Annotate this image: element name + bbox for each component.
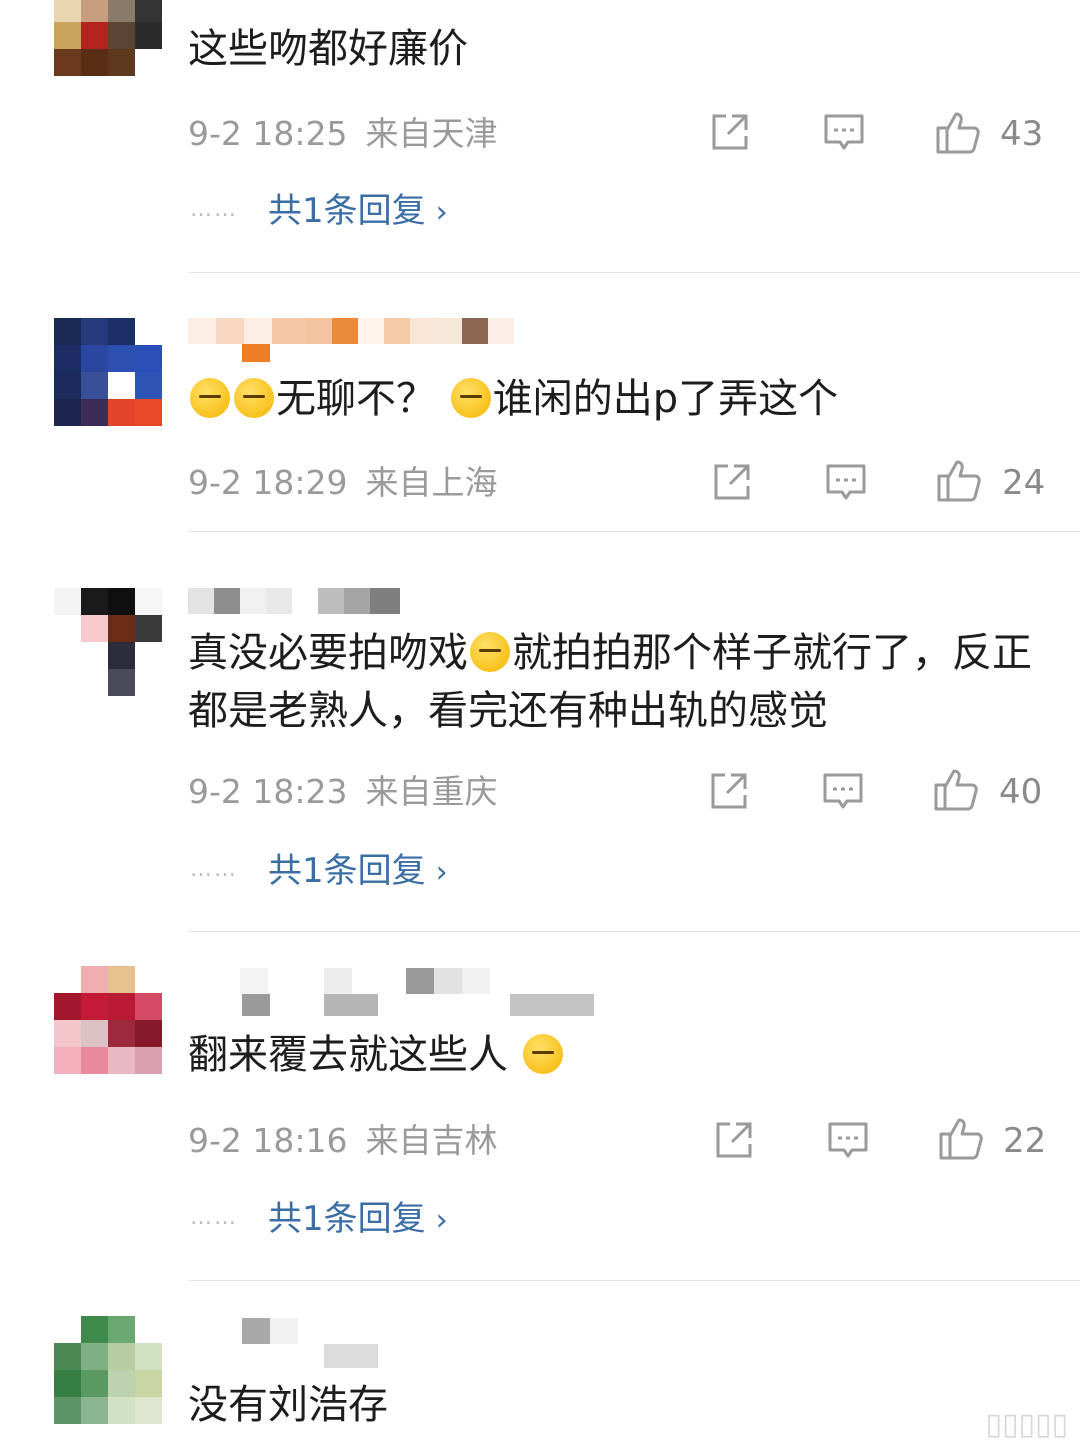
comment-icon[interactable] <box>822 110 866 154</box>
comment-text: 真没必要拍吻戏 就拍拍那个样子就行了，反正都是老熟人，看完还有种出轨的感觉 <box>188 630 1032 734</box>
view-replies-link[interactable]: …… 共1条回复 › <box>190 850 448 891</box>
comment-date: 9-2 18:23 <box>188 772 348 811</box>
comment-meta: 9-2 18:29 来自上海 <box>188 463 498 503</box>
comment-text: 翻来覆去就这些人 <box>188 1026 1040 1084</box>
share-icon[interactable] <box>712 1118 756 1162</box>
comment-meta: 9-2 18:23 来自重庆 <box>188 772 498 812</box>
comment-meta: 9-2 18:16 来自吉林 <box>188 1121 498 1161</box>
like-count: 43 <box>1000 114 1044 154</box>
emoji-icon <box>234 378 274 418</box>
username-blurred[interactable] <box>188 968 518 994</box>
watermark: ▯▯▯▯▯ <box>985 1407 1068 1442</box>
replies-label: 共1条回复 <box>268 851 426 891</box>
view-replies-link[interactable]: …… 共1条回复 › <box>190 190 448 231</box>
divider <box>188 931 1080 932</box>
username-blurred[interactable] <box>188 1318 298 1344</box>
replies-dots: …… <box>190 197 238 222</box>
username-blurred-fragment <box>510 994 594 1016</box>
username-blurred-fragment <box>324 994 378 1016</box>
username-blurred-fragment <box>242 344 270 362</box>
comment-icon[interactable] <box>824 460 868 504</box>
replies-dots: …… <box>190 1205 238 1230</box>
comment-date: 9-2 18:25 <box>188 114 348 153</box>
thumbs-up-icon[interactable] <box>934 108 982 156</box>
avatar[interactable] <box>54 588 162 696</box>
username-blurred[interactable] <box>188 318 514 344</box>
share-icon[interactable] <box>710 460 754 504</box>
username-blurred[interactable] <box>188 588 400 614</box>
comment-text: 无聊不？ 谁闲的出p了弄这个 <box>188 370 1040 428</box>
thumbs-up-icon[interactable] <box>937 1114 985 1162</box>
replies-dots: …… <box>190 857 238 882</box>
avatar[interactable] <box>54 0 162 76</box>
comment-location: 来自天津 <box>365 114 498 153</box>
chevron-right-icon: › <box>435 855 448 890</box>
emoji-icon <box>450 378 491 418</box>
comment-icon[interactable] <box>826 1118 870 1162</box>
username-blurred-fragment <box>242 994 270 1016</box>
emoji-icon <box>522 1034 563 1074</box>
comment-icon[interactable] <box>821 769 865 813</box>
avatar[interactable] <box>54 318 162 426</box>
like-count: 40 <box>999 772 1043 812</box>
comment-meta: 9-2 18:25 来自天津 <box>188 114 498 154</box>
emoji-icon <box>470 632 510 672</box>
avatar[interactable] <box>54 1316 162 1424</box>
comment-location: 来自吉林 <box>365 1121 498 1160</box>
share-icon[interactable] <box>708 110 752 154</box>
share-icon[interactable] <box>707 769 751 813</box>
username-blurred-fragment <box>324 1344 378 1368</box>
divider <box>188 1280 1080 1281</box>
comment-text: 这些吻都好廉价 <box>188 26 468 72</box>
view-replies-link[interactable]: …… 共1条回复 › <box>190 1198 448 1239</box>
comment-location: 来自重庆 <box>365 772 498 811</box>
divider <box>188 272 1080 273</box>
replies-label: 共1条回复 <box>268 1199 426 1239</box>
avatar[interactable] <box>54 966 162 1074</box>
comment-text: 没有刘浩存 <box>188 1382 388 1428</box>
comment-date: 9-2 18:29 <box>188 463 348 502</box>
emoji-icon <box>190 378 230 418</box>
replies-label: 共1条回复 <box>268 191 426 231</box>
comment-location: 来自上海 <box>365 463 498 502</box>
comment-date: 9-2 18:16 <box>188 1121 348 1160</box>
chevron-right-icon: › <box>435 1203 448 1238</box>
divider <box>188 531 1080 532</box>
thumbs-up-icon[interactable] <box>932 765 980 813</box>
like-count: 24 <box>1002 463 1046 503</box>
like-count: 22 <box>1003 1121 1047 1161</box>
thumbs-up-icon[interactable] <box>935 456 983 504</box>
chevron-right-icon: › <box>435 195 448 230</box>
